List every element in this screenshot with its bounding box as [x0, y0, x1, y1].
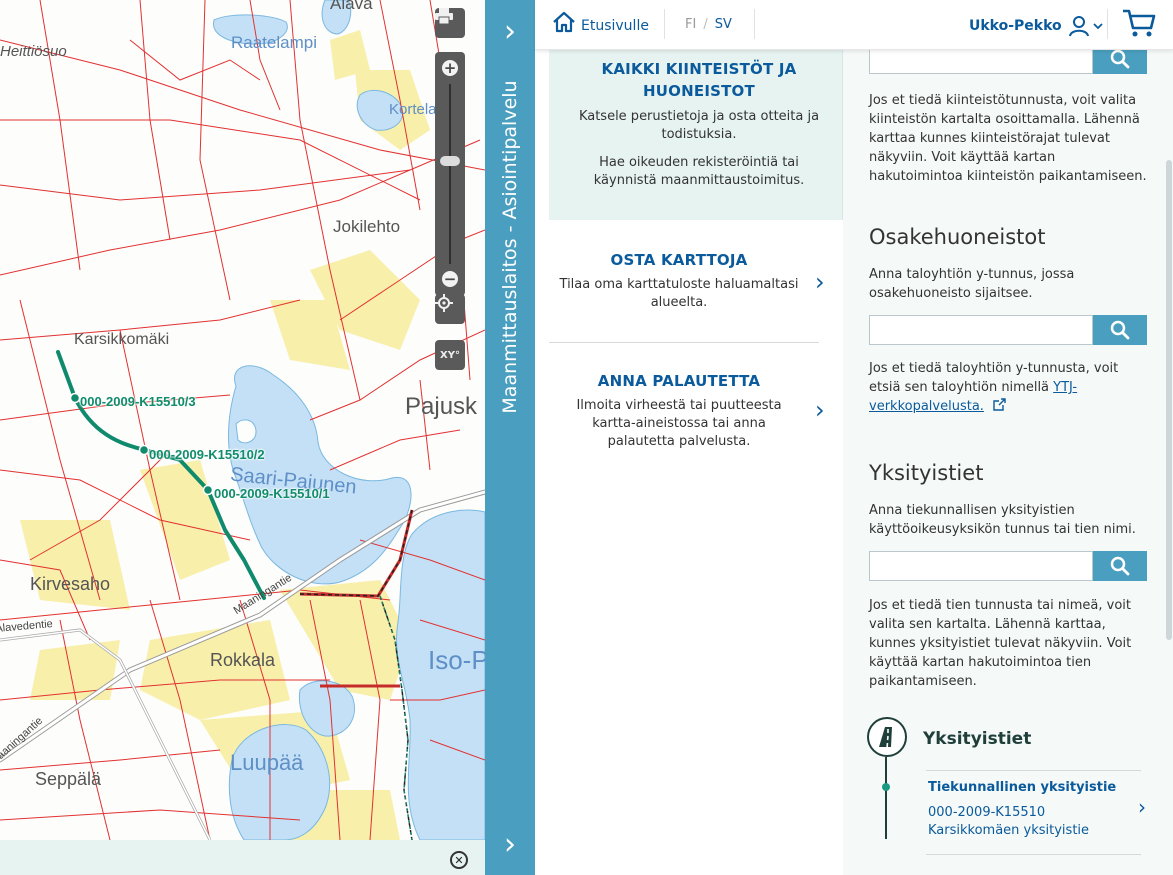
- osake-prompt: Anna taloyhtiön y-tunnus, jossa osakehuo…: [869, 267, 1075, 301]
- chevron-right-icon[interactable]: ›: [499, 17, 521, 47]
- osake-search-input[interactable]: [869, 315, 1093, 345]
- kiinteisto-help-text: Jos et tiedä kiinteistötunnusta, voit va…: [869, 93, 1147, 184]
- road-icon: [867, 717, 907, 757]
- map-place-label: Alava: [330, 0, 373, 13]
- language-switcher: FI / SV: [685, 17, 732, 32]
- map-info-bar: [0, 840, 485, 875]
- lang-fi[interactable]: FI: [685, 17, 696, 32]
- coordinates-button[interactable]: XY°: [435, 340, 465, 370]
- yksi-search-input[interactable]: [869, 551, 1093, 581]
- divider: [549, 342, 819, 343]
- map-place-label: Jokilehto: [333, 217, 401, 236]
- divider: [1107, 9, 1108, 39]
- map-place-label: Seppälä: [35, 769, 102, 789]
- result-heading: Yksityistiet: [923, 729, 1032, 749]
- search-icon: [1110, 49, 1130, 69]
- map-place-label: Pajusk: [405, 393, 478, 420]
- map-water-label: Iso-P: [428, 645, 485, 675]
- minus-circle-icon: −: [442, 269, 458, 288]
- yksi-prompt: Anna tiekunnallisen yksityistien käyttöo…: [869, 503, 1136, 537]
- panel-scrollbar[interactable]: [1166, 160, 1172, 640]
- timeline-line: [885, 757, 887, 839]
- map-place-label: Heittiösuo: [0, 43, 67, 60]
- segment-label[interactable]: 000-2009-K15510/3: [80, 394, 196, 409]
- yksi-help-text: Jos et tiedä tien tunnusta tai nimeä, vo…: [869, 598, 1132, 689]
- result-name: 000-2009-K15510 Karsikkomäen yksityistie: [928, 805, 1090, 838]
- cart-icon: [1123, 9, 1156, 37]
- segment-node[interactable]: [202, 484, 214, 496]
- segment-node[interactable]: [138, 444, 150, 456]
- chevron-right-icon: ›: [815, 396, 825, 424]
- menu-item-anna-palautetta[interactable]: ANNA PALAUTETTA Ilmoita virheestä tai pu…: [549, 350, 843, 460]
- menu-card-text: Katsele perustietoja ja osta otteita ja …: [578, 109, 820, 142]
- zoom-control: + −: [435, 52, 465, 296]
- map-water-label: Raatelampi: [231, 33, 317, 52]
- home-link[interactable]: Etusivulle: [552, 10, 649, 34]
- menu-card-text: Hae oikeuden rekisteröintiä tai käynnist…: [593, 155, 805, 188]
- plus-circle-icon: +: [442, 58, 458, 77]
- segment-node[interactable]: [69, 392, 81, 404]
- osake-search: [869, 315, 1147, 345]
- print-button[interactable]: [435, 8, 465, 38]
- map-view[interactable]: Alava Heittiösuo Jokilehto Karsikkomäki …: [0, 0, 485, 840]
- yksi-search: [869, 551, 1147, 581]
- user-menu[interactable]: Ukko-Pekko: [969, 15, 1103, 37]
- zoom-slider-track[interactable]: [449, 84, 451, 264]
- menu-card-kiinteistot[interactable]: KAIKKI KIINTEISTÖT JA HUONEISTOT Katsele…: [549, 50, 843, 220]
- segment-label[interactable]: 000-2009-K15510/2: [149, 447, 265, 462]
- timeline-dot: [882, 783, 890, 791]
- menu-item-title: ANNA PALAUTETTA: [597, 372, 761, 390]
- divider: [754, 9, 755, 39]
- osake-help-text-body: Jos et tiedä taloyhtiön y-tunnusta, voit…: [869, 361, 1119, 395]
- result-item[interactable]: Tiekunnallinen yksityistie 000-2009-K155…: [926, 770, 1141, 855]
- search-icon: [1110, 556, 1130, 576]
- zoom-slider-handle[interactable]: [440, 156, 460, 166]
- osake-help-text: Jos et tiedä taloyhtiön y-tunnusta, voit…: [869, 359, 1149, 416]
- map-water-label: Kortela: [389, 101, 437, 118]
- locate-button[interactable]: [435, 294, 465, 324]
- chevron-right-icon[interactable]: ›: [499, 830, 521, 860]
- service-title: Maanmittauslaitos - Asiointipalvelu: [499, 80, 521, 414]
- segment-label[interactable]: 000-2009-K15510/1: [214, 486, 330, 501]
- section-title-osakehuoneistot: Osakehuoneistot: [869, 225, 1046, 249]
- service-menu: KAIKKI KIINTEISTÖT JA HUONEISTOT Katsele…: [549, 50, 843, 875]
- user-icon: [1068, 16, 1089, 37]
- search-icon: [1110, 320, 1130, 340]
- map-place-label: Karsikkomäki: [74, 331, 170, 348]
- zoom-out-button[interactable]: −: [442, 271, 458, 287]
- menu-item-title: OSTA KARTTOJA: [610, 251, 748, 269]
- user-name: Ukko-Pekko: [969, 18, 1062, 34]
- chevron-down-icon: [1093, 23, 1103, 30]
- top-header: Etusivulle FI / SV Ukko-Pekko: [535, 0, 1173, 50]
- printer-icon: [435, 8, 453, 24]
- external-link-icon: [993, 398, 1006, 411]
- section-title-yksityistiet: Yksityistiet: [869, 461, 984, 485]
- map-place-label: Kirvesaho: [30, 574, 111, 594]
- close-icon[interactable]: ✕: [450, 851, 468, 869]
- map-water-label: Luupää: [230, 750, 304, 775]
- map-place-label: Rokkala: [210, 650, 276, 670]
- result-type: Tiekunnallinen yksityistie: [928, 780, 1117, 795]
- coordinates-label: XY°: [440, 349, 460, 361]
- menu-item-text: Ilmoita virheestä tai puutteesta kartta-…: [576, 398, 782, 449]
- menu-item-text: Tilaa oma karttatuloste haluamaltasi alu…: [559, 277, 799, 310]
- menu-card-title: KAIKKI KIINTEISTÖT JA HUONEISTOT: [601, 60, 797, 100]
- side-toggle-bar[interactable]: › Maanmittauslaitos - Asiointipalvelu ›: [485, 0, 535, 875]
- osake-search-button[interactable]: [1093, 315, 1147, 345]
- home-icon: [553, 11, 575, 33]
- road-glyph: [879, 727, 892, 748]
- chevron-right-icon: ›: [815, 268, 825, 296]
- yksi-search-button[interactable]: [1093, 551, 1147, 581]
- cart-button[interactable]: [1122, 8, 1156, 42]
- home-label: Etusivulle: [581, 18, 649, 34]
- crosshair-icon: [435, 294, 453, 312]
- chevron-right-icon[interactable]: ›: [1138, 795, 1146, 819]
- divider: [664, 9, 665, 39]
- zoom-in-button[interactable]: +: [442, 60, 458, 76]
- menu-item-osta-karttoja[interactable]: OSTA KARTTOJA Tilaa oma karttatuloste ha…: [549, 230, 843, 340]
- lang-sv[interactable]: SV: [715, 17, 732, 32]
